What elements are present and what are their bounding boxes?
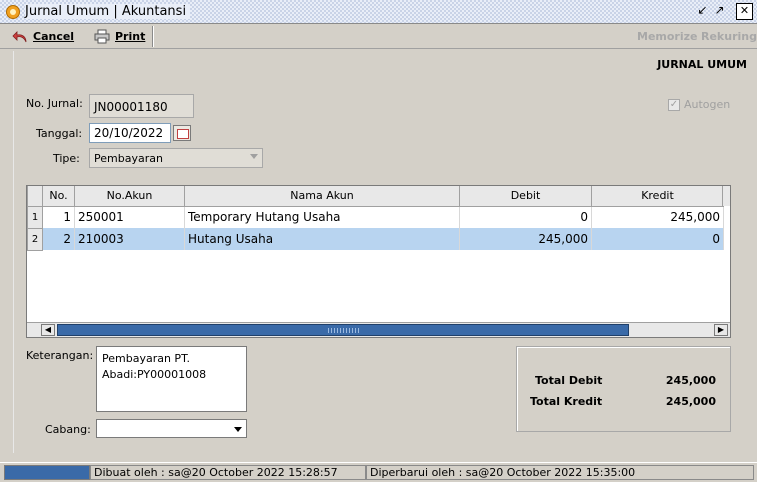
- keterangan-line-1: Pembayaran PT.: [102, 352, 190, 365]
- journal-grid[interactable]: No. No.Akun Nama Akun Debit Kredit 1 1 2…: [26, 185, 731, 338]
- header-scroll-stub: [722, 186, 730, 206]
- cell-kredit[interactable]: 245,000: [591, 206, 724, 228]
- table-row[interactable]: 2 2 210003 Hutang Usaha 245,000 0: [27, 227, 724, 251]
- toolbar-separator: [152, 26, 154, 47]
- close-icon[interactable]: ✕: [736, 3, 753, 20]
- keterangan-label: Keterangan:: [26, 349, 94, 362]
- cell-nama-akun[interactable]: Temporary Hutang Usaha: [184, 206, 460, 228]
- cell-no[interactable]: 1: [42, 206, 75, 228]
- keterangan-line-2: Abadi:PY00001008: [102, 368, 207, 381]
- toolbar: Cancel Print Memorize Rekuring: [0, 24, 757, 49]
- column-header-no[interactable]: No.: [42, 186, 75, 207]
- table-row[interactable]: 1 1 250001 Temporary Hutang Usaha 0 245,…: [27, 205, 724, 229]
- autogen-checkbox: ✓ Autogen: [668, 98, 730, 111]
- grid-header: No. No.Akun Nama Akun Debit Kredit: [27, 186, 724, 207]
- cabang-select[interactable]: [96, 419, 247, 438]
- app-icon: [6, 5, 20, 19]
- title-bar: Jurnal Umum | Akuntansi ↙ ↗ ✕: [0, 0, 757, 24]
- tipe-value: Pembayaran: [94, 152, 163, 165]
- checkbox-icon: ✓: [668, 98, 680, 111]
- column-header-kredit[interactable]: Kredit: [591, 186, 724, 207]
- cell-kredit[interactable]: 0: [591, 228, 724, 250]
- rekuring-button[interactable]: Rekuring: [701, 30, 757, 43]
- status-progress: [4, 465, 90, 480]
- scroll-right-icon[interactable]: ▶: [714, 324, 728, 336]
- chevron-down-icon: [250, 154, 258, 159]
- grip-icon: [328, 328, 360, 333]
- printer-icon: [94, 29, 110, 44]
- total-debit-value: 245,000: [665, 374, 716, 387]
- cell-no[interactable]: 2: [42, 228, 75, 250]
- memorize-button[interactable]: Memorize: [637, 30, 697, 43]
- total-kredit-label: Total Kredit: [530, 395, 603, 408]
- form-heading: JURNAL UMUM: [657, 58, 747, 71]
- tanggal-label: Tanggal:: [36, 127, 83, 140]
- tipe-label: Tipe:: [53, 152, 80, 165]
- cell-debit[interactable]: 245,000: [459, 228, 592, 250]
- status-bar: Dibuat oleh : sa@20 October 2022 15:28:5…: [0, 462, 757, 482]
- maximize-icon[interactable]: ↗: [711, 3, 728, 20]
- autogen-label: Autogen: [684, 98, 731, 111]
- window-title: Jurnal Umum | Akuntansi: [25, 4, 191, 19]
- cell-debit[interactable]: 0: [459, 206, 592, 228]
- cancel-button[interactable]: Cancel: [8, 26, 78, 47]
- cabang-label: Cabang:: [45, 423, 91, 436]
- scroll-left-icon[interactable]: ◀: [41, 324, 55, 336]
- keterangan-textarea[interactable]: Pembayaran PT. Abadi:PY00001008: [96, 346, 247, 412]
- row-number: 2: [27, 227, 43, 251]
- no-jurnal-label: No. Jurnal:: [26, 97, 83, 110]
- cancel-label: Cancel: [33, 30, 75, 43]
- restore-down-icon[interactable]: ↙: [694, 3, 711, 20]
- undo-arrow-icon: [12, 30, 27, 42]
- column-header-nama-akun[interactable]: Nama Akun: [184, 186, 460, 207]
- print-button[interactable]: Print: [90, 26, 149, 47]
- totals-panel: Total Debit 245,000 Total Kredit 245,000: [516, 346, 731, 432]
- tipe-select: Pembayaran: [89, 148, 263, 168]
- chevron-down-icon: [234, 427, 242, 432]
- calendar-icon[interactable]: [173, 125, 191, 141]
- no-jurnal-field: JN00001180: [89, 94, 194, 118]
- row-header-corner: [27, 186, 43, 207]
- updated-by-status: Diperbarui oleh : sa@20 October 2022 15:…: [366, 465, 754, 480]
- column-header-no-akun[interactable]: No.Akun: [74, 186, 185, 207]
- horizontal-scrollbar[interactable]: ◀ ▶: [27, 322, 730, 337]
- print-label: Print: [115, 30, 146, 43]
- row-number: 1: [27, 205, 43, 229]
- created-by-status: Dibuat oleh : sa@20 October 2022 15:28:5…: [90, 465, 366, 480]
- total-debit-label: Total Debit: [535, 374, 603, 387]
- cell-nama-akun[interactable]: Hutang Usaha: [184, 228, 460, 250]
- cell-no-akun[interactable]: 210003: [74, 228, 185, 250]
- scrollbar-thumb[interactable]: [57, 324, 629, 336]
- total-kredit-value: 245,000: [665, 395, 716, 408]
- cell-no-akun[interactable]: 250001: [74, 206, 185, 228]
- column-header-debit[interactable]: Debit: [459, 186, 592, 207]
- tanggal-input[interactable]: 20/10/2022: [89, 123, 171, 143]
